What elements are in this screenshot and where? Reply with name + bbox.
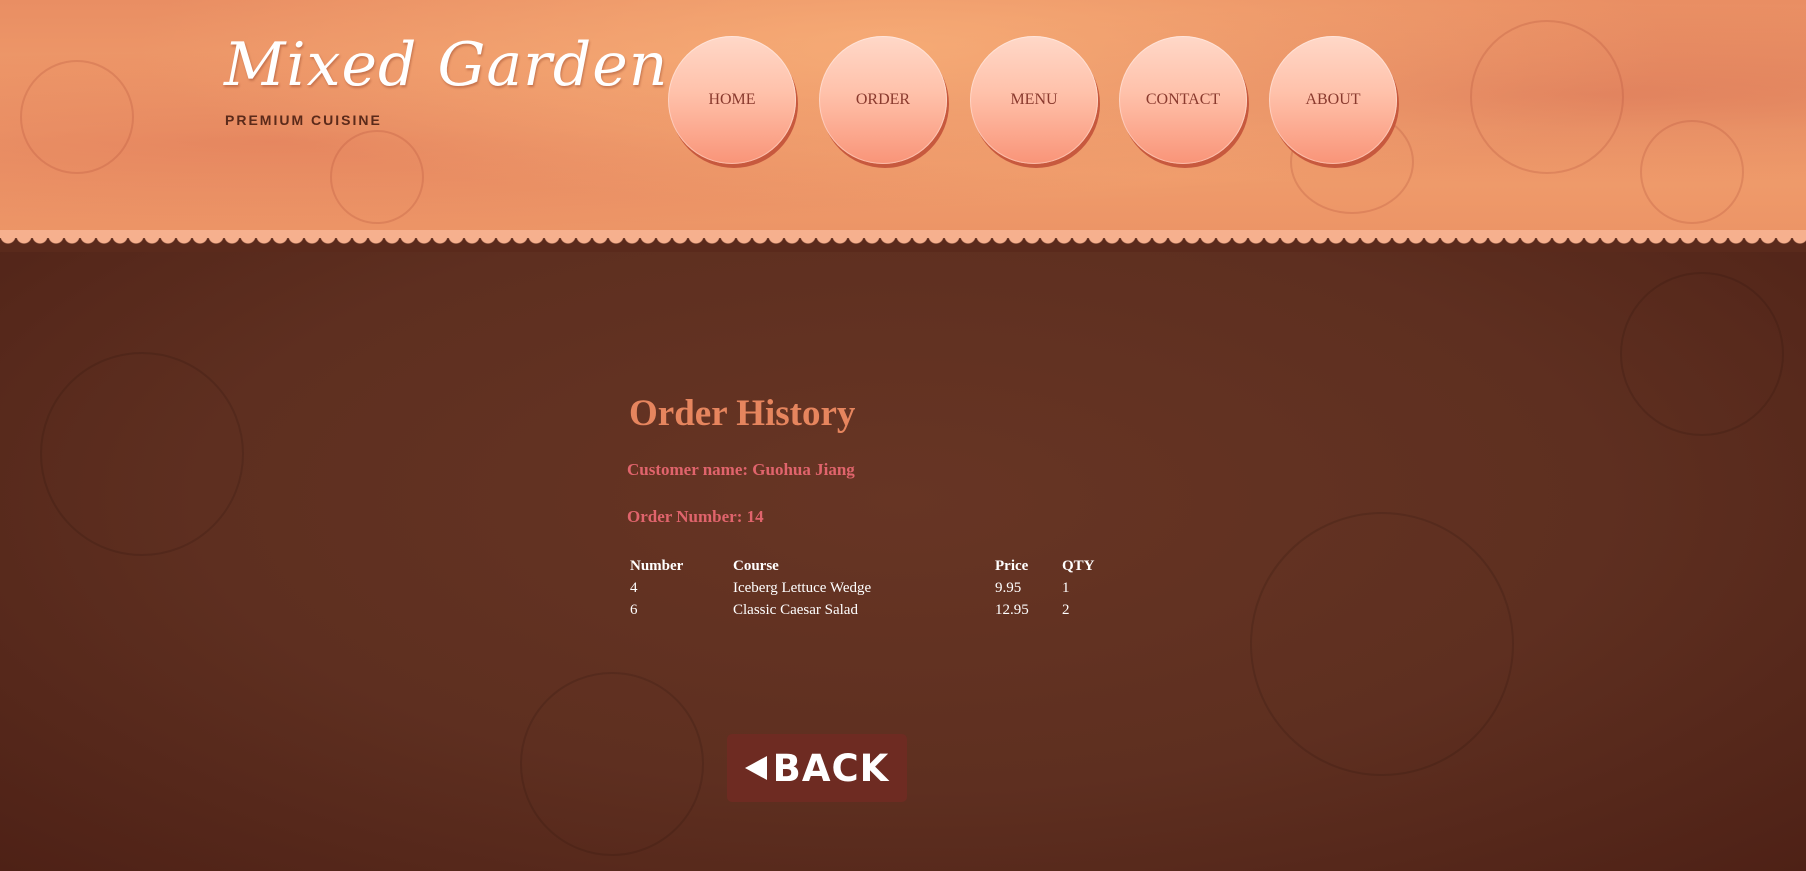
site-header: Mixed Garden PREMIUM CUISINE HOME ORDER … — [0, 0, 1806, 236]
order-number: Order Number: 14 — [627, 507, 764, 526]
back-button[interactable]: BACK — [727, 734, 907, 802]
nav-menu-button[interactable]: MENU — [970, 36, 1098, 164]
cell-price: 9.95 — [995, 580, 1022, 596]
decorative-doodle — [1640, 120, 1744, 224]
cell-course: Classic Caesar Salad — [733, 602, 858, 618]
decorative-doodle — [40, 352, 244, 556]
nav-contact-label: CONTACT — [1145, 91, 1221, 108]
site-tagline: PREMIUM CUISINE — [225, 112, 382, 128]
nav-home-button[interactable]: HOME — [668, 36, 796, 164]
cell-price: 12.95 — [995, 602, 1029, 618]
column-header-course: Course — [733, 558, 779, 574]
column-header-number: Number — [630, 558, 684, 574]
nav-menu-label: MENU — [1010, 91, 1058, 108]
cell-course: Iceberg Lettuce Wedge — [733, 580, 872, 596]
decorative-doodle — [1250, 512, 1514, 776]
customer-name: Customer name: Guohua Jiang — [627, 460, 855, 479]
back-arrow-icon — [744, 756, 767, 780]
cell-number: 4 — [630, 580, 638, 596]
column-header-qty: QTY — [1062, 558, 1095, 574]
back-button-label: BACK — [772, 746, 890, 790]
nav-about-label: ABOUT — [1305, 91, 1361, 108]
cell-qty: 1 — [1062, 580, 1070, 596]
nav-about-button[interactable]: ABOUT — [1269, 36, 1397, 164]
nav-order-button[interactable]: ORDER — [819, 36, 947, 164]
table-row: 4 Iceberg Lettuce Wedge 9.95 1 — [627, 577, 1098, 599]
table-header-row: Number Course Price QTY — [627, 555, 1098, 577]
decorative-doodle — [330, 130, 424, 224]
decorative-doodle — [1620, 272, 1784, 436]
decorative-doodle — [20, 60, 134, 174]
nav-order-label: ORDER — [855, 91, 911, 108]
decorative-doodle — [1470, 20, 1624, 174]
table-row: 6 Classic Caesar Salad 12.95 2 — [627, 599, 1098, 621]
order-table: Number Course Price QTY 4 Iceberg Lettuc… — [627, 555, 1098, 621]
cell-number: 6 — [630, 602, 638, 618]
nav-home-label: HOME — [708, 91, 756, 108]
page-title: Order History — [629, 393, 856, 434]
nav-contact-button[interactable]: CONTACT — [1119, 36, 1247, 164]
site-logo[interactable]: Mixed Garden — [224, 30, 668, 100]
column-header-price: Price — [995, 558, 1029, 574]
scalloped-edge — [0, 236, 1806, 252]
decorative-doodle — [520, 672, 704, 856]
cell-qty: 2 — [1062, 602, 1070, 618]
